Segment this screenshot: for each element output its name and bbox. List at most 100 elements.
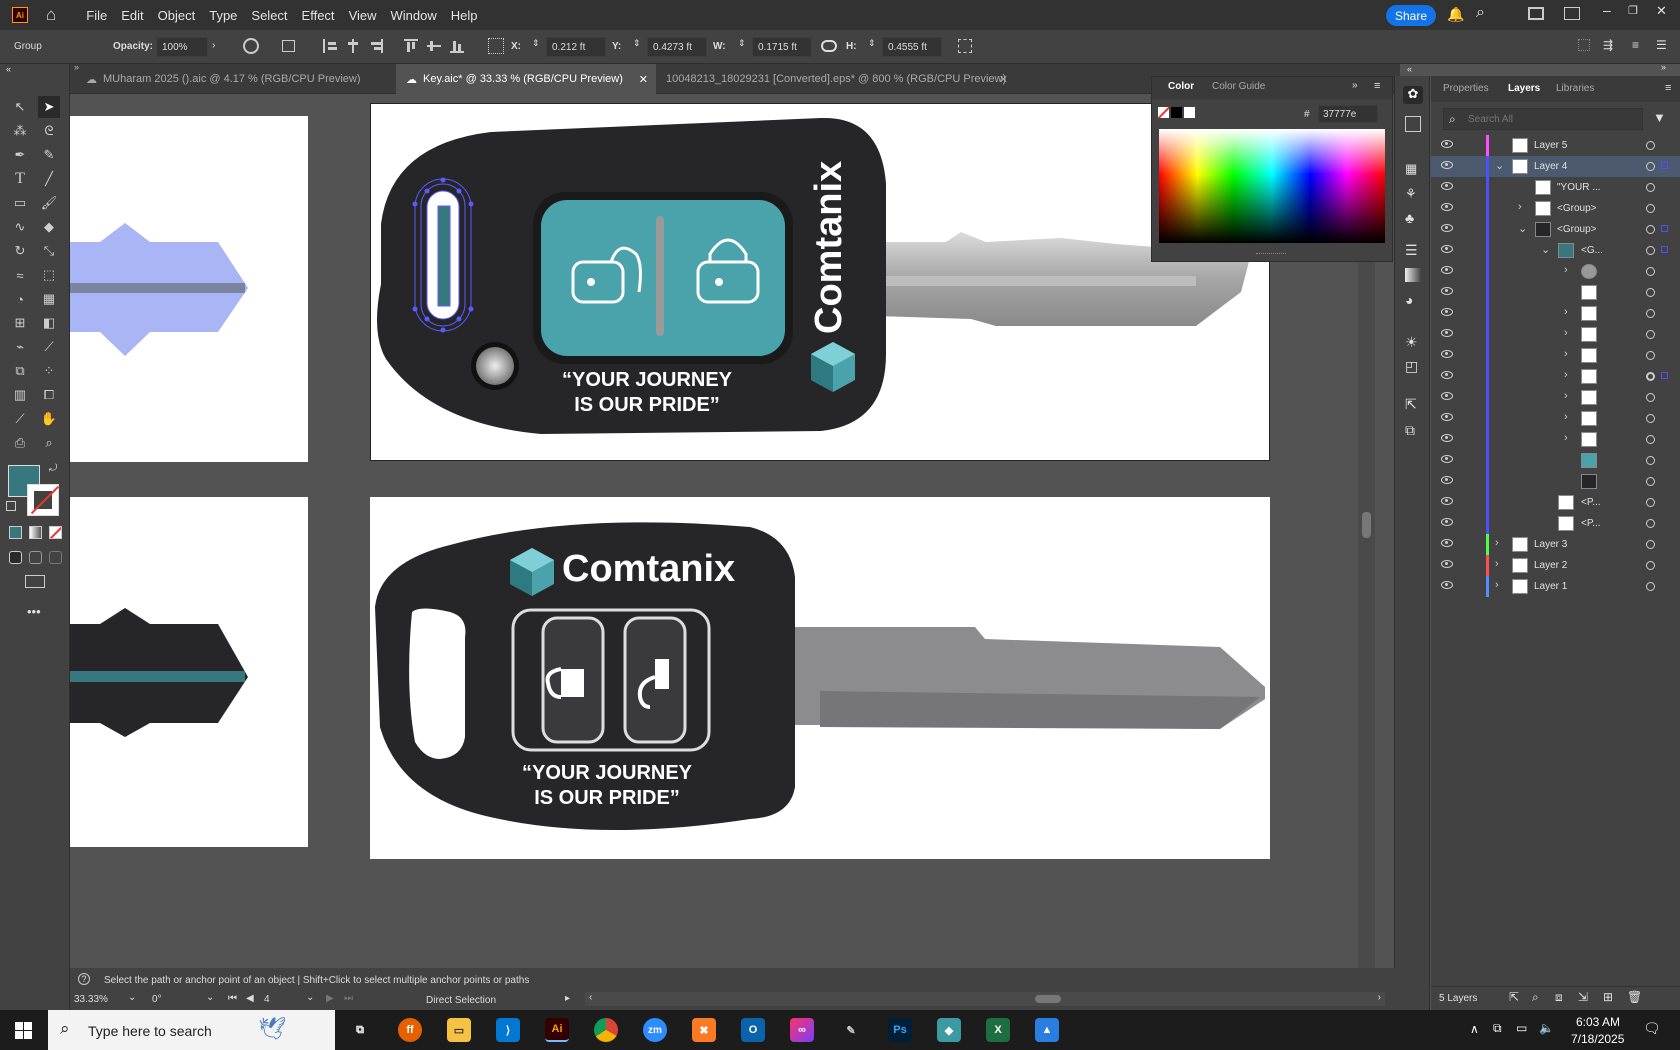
opacity-field[interactable]: 100% [156,37,208,57]
color-panel-icon[interactable]: ✿ [1403,86,1423,104]
close-window-icon[interactable]: ✕ [1656,3,1667,19]
layer-row-item[interactable]: › [1431,324,1680,345]
notifications-bell-icon[interactable]: 🔔 [1447,6,1464,23]
isolate-group-icon[interactable] [1578,39,1590,51]
volume-icon[interactable]: 🔈 [1539,1021,1554,1035]
hand-tool-icon[interactable]: ✋ [38,408,60,430]
xampp-icon[interactable]: ✖ [692,1018,716,1042]
visibility-eye-icon[interactable] [1441,392,1453,400]
pen-app-icon[interactable]: ✎ [839,1018,863,1042]
collapse-layers-icon[interactable]: » [1661,62,1666,72]
menu-select[interactable]: Select [251,8,287,23]
chevron-right-icon[interactable]: › [1564,369,1568,381]
measure-tool-icon[interactable]: ⟋ [38,336,60,358]
layer-row-item[interactable]: › [1431,303,1680,324]
layer-row-path[interactable]: <P... [1431,492,1680,513]
show-hidden-icons-icon[interactable]: ∧ [1470,1022,1479,1036]
visibility-eye-icon[interactable] [1441,371,1453,379]
reference-point-icon[interactable] [488,38,504,54]
visibility-eye-icon[interactable] [1441,581,1453,589]
layer-row-layer5[interactable]: Layer 5 [1431,135,1680,156]
appearance-icon[interactable]: ☀ [1405,334,1418,351]
layer-row-group[interactable]: › <Group> [1431,198,1680,219]
target-circle-icon[interactable] [1646,519,1655,528]
firefox-icon[interactable]: ff [398,1018,422,1042]
tab-color-guide[interactable]: Color Guide [1212,81,1265,92]
line-segment-tool-icon[interactable]: ╱ [38,168,60,190]
layer-row-item[interactable]: › [1431,408,1680,429]
new-sublayer-icon[interactable]: ⇲ [1578,990,1588,1004]
zoom-tool-icon[interactable]: ⌕ [38,432,60,454]
h-stepper-icon[interactable]: ⇕ [868,38,876,49]
w-field[interactable]: 0.1715 ft [752,37,812,57]
next-artboard-icon[interactable]: ▶ [326,993,334,1004]
default-fill-stroke-icon[interactable] [6,501,16,511]
align-right-icon[interactable] [369,39,383,53]
visibility-eye-icon[interactable] [1441,182,1453,190]
battery-icon[interactable]: ▭ [1516,1021,1527,1035]
symbols-icon[interactable]: ♣ [1405,210,1414,226]
vscode-icon[interactable]: ⟩ [496,1018,520,1042]
new-layer-icon[interactable]: ⊞ [1603,990,1613,1004]
export-icon[interactable]: ⇱ [1405,396,1417,413]
windows-start-icon[interactable] [15,1022,32,1039]
file-explorer-icon[interactable]: ▭ [447,1018,471,1042]
rotation-dropdown-icon[interactable]: ⌄ [206,992,214,1003]
panel-resize-handle[interactable] [1256,253,1286,257]
panel-menu-icon[interactable]: ≡ [1632,38,1639,52]
opacity-expand-icon[interactable]: › [212,40,215,51]
width-tool-icon[interactable]: ≈ [9,264,31,286]
delete-layer-icon[interactable]: 🗑 [1627,990,1642,1004]
close-tab-icon[interactable]: ✕ [999,73,1008,86]
hex-input[interactable]: 37777e [1318,105,1378,123]
white-swatch[interactable] [1184,107,1195,118]
target-circle-icon[interactable] [1646,456,1655,465]
chevron-right-icon[interactable]: › [1564,432,1568,444]
visibility-eye-icon[interactable] [1441,224,1453,232]
zoom-dropdown-icon[interactable]: ⌄ [128,992,136,1003]
panel-collapse-icon[interactable]: » [1352,80,1358,91]
chevron-right-icon[interactable]: › [1495,558,1499,570]
creative-cloud-icon[interactable]: ∞ [790,1018,814,1042]
panel-options-icon[interactable]: ≡ [1374,80,1380,92]
brushes-icon[interactable]: ⚘ [1405,186,1417,202]
zoom-field[interactable]: 33.33% [74,994,126,1008]
artboard-side-bottom[interactable] [70,497,308,847]
layer-row-item[interactable]: › [1431,345,1680,366]
first-artboard-icon[interactable]: ⏮ [228,993,237,1004]
target-circle-icon[interactable] [1646,204,1655,213]
chrome-icon[interactable] [594,1018,618,1042]
prev-artboard-icon[interactable]: ◀ [246,993,254,1004]
collapse-tools-icon[interactable]: « [6,64,11,74]
artboard-key-top[interactable]: Comtanix “YOUR JOURNEY IS OUR PRIDE” [370,103,1270,461]
task-view-icon[interactable]: ⧉ [348,1018,372,1042]
gradient-tool-icon[interactable]: ◧ [38,312,60,334]
clock-time[interactable]: 6:03 AM [1576,1015,1620,1029]
swap-fill-stroke-icon[interactable]: ⤾ [49,463,57,474]
target-circle-icon[interactable] [1646,330,1655,339]
align-left-icon[interactable] [323,39,337,53]
align-top-icon[interactable] [404,39,418,53]
last-artboard-icon[interactable]: ⏭ [344,993,353,1004]
vertical-scroll-thumb[interactable] [1362,512,1371,538]
visibility-eye-icon[interactable] [1441,455,1453,463]
home-icon[interactable]: ⌂ [46,5,56,25]
horizontal-scrollbar[interactable]: ‹ › [585,992,1385,1006]
artboard-tool-icon[interactable]: ⧠ [38,384,60,406]
draw-inside-icon[interactable] [49,551,62,564]
layer-row-layer2[interactable]: › Layer 2 [1431,555,1680,576]
stroke-icon[interactable]: ☰ [1405,242,1418,259]
scale-tool-icon[interactable]: ⤡ [38,240,60,262]
pen-tool-icon[interactable]: ✒ [9,144,31,166]
chevron-right-icon[interactable]: › [1564,327,1568,339]
tab-converted-eps[interactable]: 10048213_18029231 [Converted].eps* @ 800… [656,64,1016,94]
transform-icon[interactable] [958,39,972,53]
target-circle-icon[interactable] [1646,561,1655,570]
layers-menu-icon[interactable]: ≡ [1665,82,1671,94]
constrain-proportions-link-icon[interactable] [821,40,837,52]
tab-libraries[interactable]: Libraries [1556,83,1594,94]
color-spectrum[interactable] [1159,129,1385,243]
layer-row-layer3[interactable]: › Layer 3 [1431,534,1680,555]
layer-row-item[interactable]: › [1431,387,1680,408]
none-mode-icon[interactable] [49,526,62,539]
